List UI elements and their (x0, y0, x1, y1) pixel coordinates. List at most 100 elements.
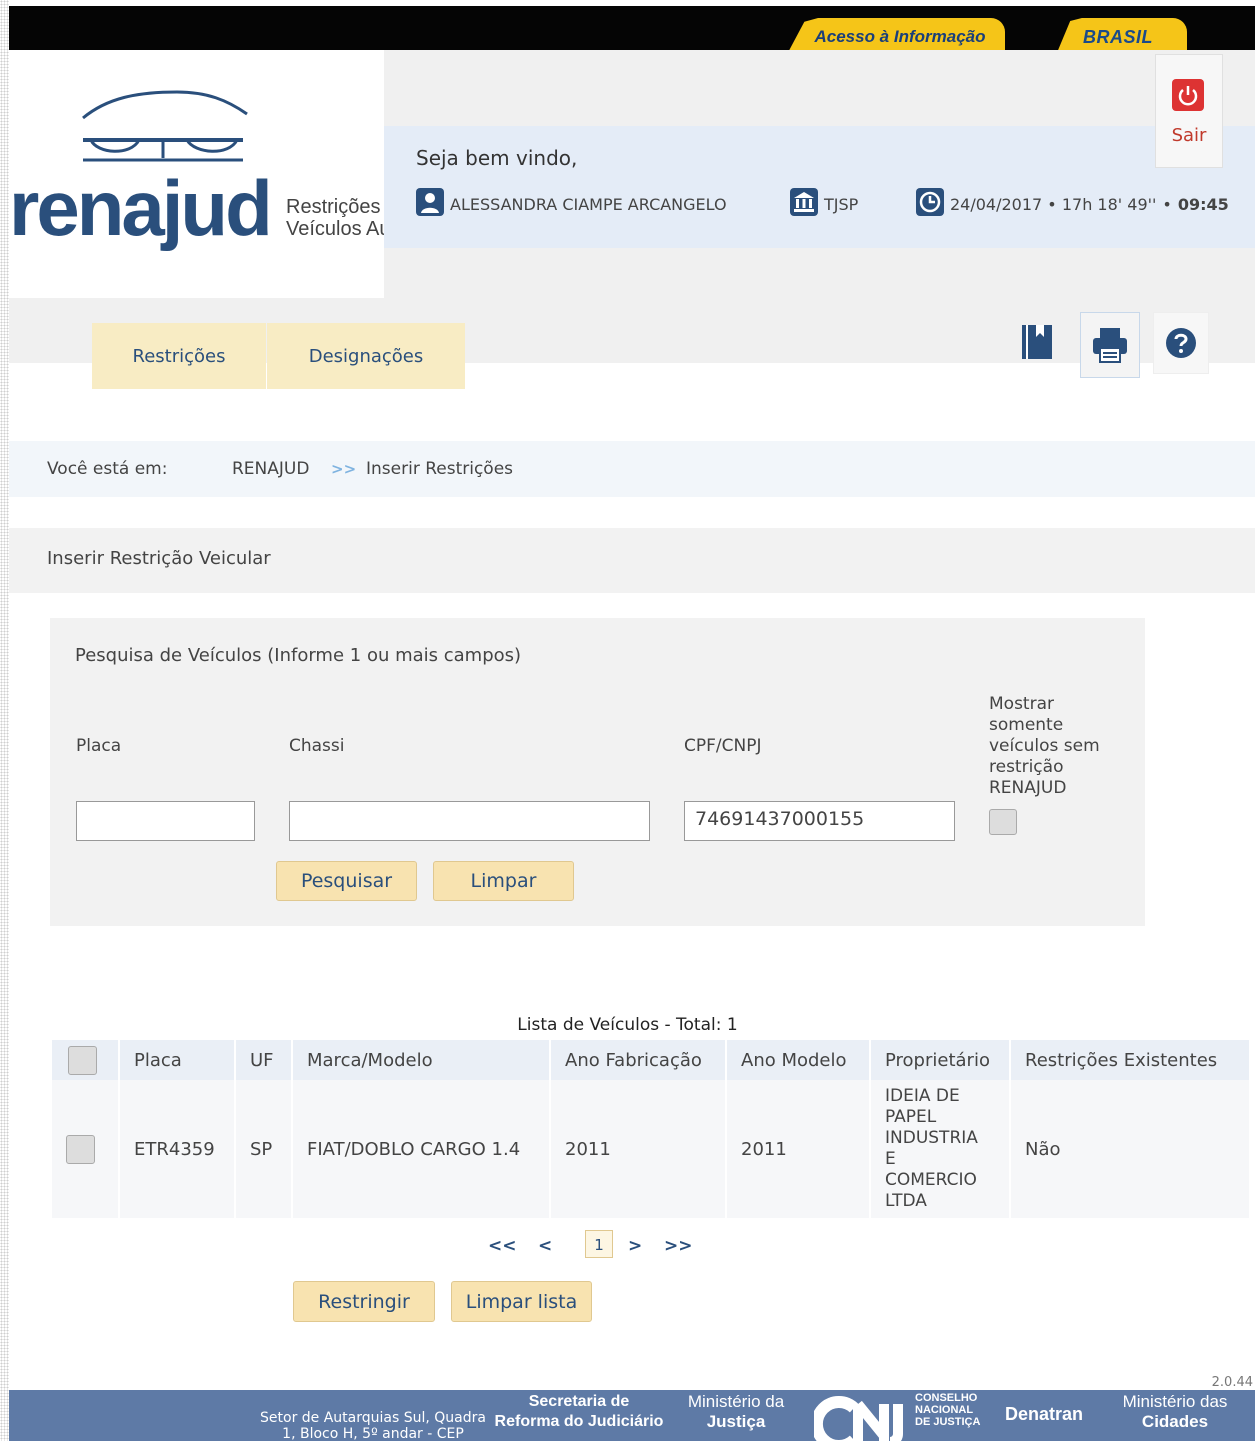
cpf-input[interactable]: 74691437000155 (684, 801, 955, 841)
logout-label: Sair (1171, 125, 1207, 146)
print-button[interactable] (1080, 312, 1140, 378)
select-all-checkbox[interactable] (68, 1045, 97, 1075)
breadcrumb-current: Inserir Restrições (366, 459, 514, 479)
footer-address: Setor de Autarquias Sul, Quadra 1, Bloco… (253, 1410, 493, 1441)
footer-address-line1: Setor de Autarquias Sul, Quadra (260, 1410, 486, 1426)
only-unrestricted-line2: somente (989, 715, 1064, 735)
user-name-label: ALESSANDRA CIAMPE ARCANGELO (450, 195, 727, 214)
breadcrumb-prefix: Você está em: (47, 459, 168, 479)
footer-address-line2: 1, Bloco H, 5º andar - CEP (282, 1426, 464, 1441)
header-top-band (384, 50, 1255, 126)
only-unrestricted-line3: veículos sem (989, 736, 1100, 756)
row-checkbox[interactable] (66, 1134, 95, 1164)
manual-button[interactable] (1009, 312, 1065, 372)
cnj-logo-icon (814, 1396, 903, 1441)
court-label: TJSP (824, 195, 859, 214)
question-icon (1166, 328, 1196, 358)
only-unrestricted-line4: restrição (989, 757, 1064, 777)
user-info-band: Seja bem vindo, ALESSANDRA CIAMPE ARCANG… (384, 126, 1255, 248)
help-button[interactable] (1153, 312, 1209, 374)
user-name: ALESSANDRA CIAMPE ARCANGELO (416, 188, 727, 216)
pager-current-page[interactable]: 1 (585, 1230, 613, 1258)
table-row: ETR4359 SP FIAT/DOBLO CARGO 1.4 2011 201… (52, 1080, 1249, 1218)
car-outline-icon (82, 90, 248, 162)
owner-line: E (885, 1149, 896, 1169)
row-select-cell (52, 1080, 118, 1218)
cpf-label: CPF/CNPJ (684, 736, 762, 756)
ministerio-cidades-logo: Ministério das Cidades (1105, 1392, 1245, 1432)
table-header-row: Placa UF Marca/Modelo Ano Fabricação Ano… (52, 1040, 1249, 1080)
vehicle-table: Placa UF Marca/Modelo Ano Fabricação Ano… (50, 1040, 1251, 1218)
logout-button[interactable]: Sair (1155, 54, 1223, 168)
placa-input[interactable] (76, 801, 255, 841)
cnj-line1: CONSELHO (915, 1392, 978, 1404)
clear-button[interactable]: Limpar (433, 861, 574, 901)
breadcrumb-separator-icon: >> (331, 460, 357, 478)
pager-next[interactable]: > (628, 1236, 642, 1256)
breadcrumb-root[interactable]: RENAJUD (232, 459, 309, 479)
clear-list-button[interactable]: Limpar lista (451, 1281, 592, 1322)
restrict-button[interactable]: Restringir (293, 1281, 435, 1322)
menu-restricoes[interactable]: Restrições (92, 323, 266, 389)
session-info: 24/04/2017 • 17h 18' 49'' • 09:45 (916, 188, 1229, 216)
owner-line: PAPEL (885, 1107, 937, 1127)
search-panel-title: Pesquisa de Veículos (Informe 1 ou mais … (75, 645, 522, 666)
welcome-text: Seja bem vindo, (416, 146, 578, 170)
only-unrestricted-checkbox[interactable] (989, 809, 1017, 835)
book-icon (1022, 325, 1052, 359)
user-icon (416, 188, 444, 216)
cell-restricoes: Não (1011, 1080, 1249, 1218)
search-button[interactable]: Pesquisar (276, 861, 417, 901)
only-unrestricted-label: Mostrar somente veículos sem restrição R… (989, 694, 1100, 799)
courthouse-icon (790, 188, 818, 216)
owner-line: IDEIA DE (885, 1086, 960, 1106)
version-label: 2.0.44 (1211, 1375, 1253, 1390)
only-unrestricted-line5: RENAJUD (989, 778, 1067, 798)
reforma-judiciario-logo: Secretaria de Reforma do Judiciário (493, 1392, 665, 1432)
col-proprietario: Proprietário (871, 1040, 1009, 1080)
col-marca-modelo: Marca/Modelo (293, 1040, 549, 1080)
breadcrumb: Você está em: RENAJUD >> Inserir Restriç… (9, 441, 1255, 497)
logo-wordmark: renajud (9, 164, 273, 252)
session-timer: 09:45 (1177, 195, 1229, 214)
cell-placa: ETR4359 (120, 1080, 234, 1218)
page-title: Inserir Restrição Veicular (9, 528, 1255, 593)
left-border-strip (0, 0, 9, 1441)
menu-designacoes[interactable]: Designações (267, 323, 465, 389)
select-all-cell (52, 1040, 118, 1080)
cnj-text: CONSELHO NACIONAL DE JUSTIÇA (915, 1392, 980, 1428)
cell-modelo: FIAT/DOBLO CARGO 1.4 (293, 1080, 549, 1218)
court-info: TJSP (790, 188, 858, 216)
ministerio-justica-line1: Ministério da (687, 1392, 785, 1411)
col-placa: Placa (120, 1040, 234, 1080)
page-title-label: Inserir Restrição Veicular (47, 548, 271, 569)
cell-ano-modelo: 2011 (727, 1080, 869, 1218)
renajud-logo: renajud Restrições Veículos Au (9, 50, 384, 298)
ministerio-justica-logo: Ministério da Justiça (675, 1392, 797, 1432)
clock-icon (916, 188, 944, 216)
pager-last[interactable]: >> (664, 1236, 693, 1256)
reforma-line1: Secretaria de (528, 1393, 630, 1410)
logo-tagline-line2: Veículos Au (286, 218, 384, 240)
pager-prev[interactable]: < (538, 1236, 552, 1256)
cnj-line2: NACIONAL (915, 1404, 974, 1416)
denatran-logo: Denatran (1005, 1404, 1084, 1424)
brasil-label: BRASIL (1083, 26, 1153, 47)
owner-line: COMERCIO (885, 1170, 977, 1190)
footer: Setor de Autarquias Sul, Quadra 1, Bloco… (9, 1390, 1255, 1441)
placa-label: Placa (76, 736, 122, 756)
session-separator: • (1162, 195, 1172, 214)
owner-line: INDUSTRIA (885, 1128, 978, 1148)
cnj-line3: DE JUSTIÇA (915, 1416, 981, 1428)
col-ano-modelo: Ano Modelo (727, 1040, 869, 1080)
reforma-line2: Reforma do Judiciário (494, 1413, 664, 1430)
gov-top-bar: Acesso à Informação BRASIL (9, 6, 1255, 56)
pager-first[interactable]: << (488, 1236, 517, 1256)
cell-proprietario: IDEIA DE PAPEL INDUSTRIA E COMERCIO LTDA (871, 1080, 1009, 1218)
vehicle-search-panel: Pesquisa de Veículos (Informe 1 ou mais … (50, 618, 1145, 926)
only-unrestricted-line1: Mostrar (989, 694, 1054, 714)
chassi-label: Chassi (289, 736, 345, 756)
chassi-input[interactable] (289, 801, 650, 841)
cell-ano-fabricacao: 2011 (551, 1080, 725, 1218)
col-restricoes: Restrições Existentes (1011, 1040, 1249, 1080)
